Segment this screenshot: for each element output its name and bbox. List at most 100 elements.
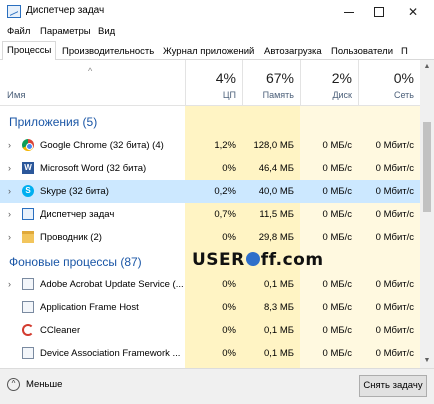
watermark-logo: USER ff.com — [192, 250, 324, 270]
tab-performance[interactable]: Производительность — [57, 43, 159, 60]
cell-network: 0 Мбит/с — [375, 163, 414, 174]
cell-memory: 8,3 МБ — [264, 302, 294, 313]
cell-network: 0 Мбит/с — [375, 186, 414, 197]
cell-cpu: 0% — [222, 325, 236, 336]
network-total: 0% — [393, 70, 414, 86]
scroll-down-icon[interactable]: ▼ — [420, 354, 434, 368]
cell-disk: 0 МБ/с — [322, 140, 352, 151]
cpu-label: ЦП — [222, 90, 236, 100]
scroll-thumb[interactable] — [423, 122, 431, 212]
disk-total: 2% — [331, 70, 352, 86]
cell-memory: 29,8 МБ — [258, 232, 294, 243]
close-icon: ✕ — [407, 5, 419, 19]
chevron-right-icon[interactable]: › — [8, 209, 11, 219]
column-header: ^ Имя 4% ЦП 67% Память 2% Диск 0% Сеть — [0, 60, 420, 106]
fewer-details-button[interactable]: ^ Меньше — [7, 378, 62, 391]
group-apps-title[interactable]: Приложения (5) — [9, 115, 97, 129]
cpu-total: 4% — [215, 70, 236, 86]
cell-cpu: 0% — [222, 348, 236, 359]
tab-bar: Процессы Производительность Журнал прило… — [0, 40, 434, 61]
cell-cpu: 0% — [222, 232, 236, 243]
menu-view[interactable]: Вид — [98, 26, 115, 37]
folder-icon — [22, 231, 34, 243]
menu-options[interactable]: Параметры — [40, 26, 91, 37]
service-icon — [22, 347, 34, 359]
tab-users[interactable]: Пользователи — [326, 43, 398, 60]
sort-up-icon: ^ — [88, 66, 93, 76]
cell-memory: 40,0 МБ — [258, 186, 294, 197]
network-label: Сеть — [393, 90, 414, 100]
word-icon: W — [22, 162, 34, 174]
cell-network: 0 Мбит/с — [375, 302, 414, 313]
process-name: Device Association Framework ... — [40, 348, 181, 359]
cell-memory: 0,1 МБ — [264, 325, 294, 336]
skype-icon: S — [22, 185, 34, 197]
title-bar: Диспетчер задач ✕ — [0, 0, 434, 24]
column-name[interactable]: Имя — [7, 90, 26, 101]
chevron-right-icon[interactable]: › — [8, 279, 11, 289]
table-row[interactable]: › Adobe Acrobat Update Service (... 0% 0… — [0, 273, 420, 296]
table-row[interactable]: › Диспетчер задач 0,7% 11,5 МБ 0 МБ/с 0 … — [0, 203, 420, 226]
fewer-details-label: Меньше — [26, 379, 63, 390]
tab-processes[interactable]: Процессы — [2, 41, 57, 61]
table-row[interactable]: › W Microsoft Word (32 бита) 0% 46,4 МБ … — [0, 157, 420, 180]
watermark-left: USER — [192, 250, 245, 270]
column-network[interactable]: 0% Сеть — [358, 60, 420, 106]
chevron-right-icon[interactable]: › — [8, 163, 11, 173]
chevron-right-icon[interactable]: › — [8, 140, 11, 150]
memory-label: Память — [262, 90, 294, 100]
cell-cpu: 0% — [222, 163, 236, 174]
cell-network: 0 Мбит/с — [375, 325, 414, 336]
table-row[interactable]: › Проводник (2) 0% 29,8 МБ 0 МБ/с 0 Мбит… — [0, 226, 420, 249]
cell-memory: 46,4 МБ — [258, 163, 294, 174]
column-cpu[interactable]: 4% ЦП — [185, 60, 242, 106]
minimize-button[interactable] — [334, 0, 364, 24]
cell-disk: 0 МБ/с — [322, 163, 352, 174]
maximize-button[interactable] — [364, 0, 394, 24]
cell-network: 0 Мбит/с — [375, 279, 414, 290]
process-name: Диспетчер задач — [40, 209, 115, 220]
table-row-selected[interactable]: › S Skype (32 бита) 0,2% 40,0 МБ 0 МБ/с … — [0, 180, 420, 203]
maximize-icon — [374, 7, 384, 17]
menu-file[interactable]: Файл — [7, 26, 30, 37]
table-row[interactable]: › Google Chrome (32 бита) (4) 1,2% 128,0… — [0, 134, 420, 157]
tab-startup[interactable]: Автозагрузка — [259, 43, 327, 60]
ccleaner-icon — [22, 324, 34, 336]
app-frame-icon — [22, 301, 34, 313]
scrollbar[interactable]: ▲ ▼ — [420, 60, 434, 368]
table-row[interactable]: CCleaner 0% 0,1 МБ 0 МБ/с 0 Мбит/с — [0, 319, 420, 342]
cell-disk: 0 МБ/с — [322, 325, 352, 336]
cell-disk: 0 МБ/с — [322, 279, 352, 290]
chevron-right-icon[interactable]: › — [8, 186, 11, 196]
watermark-right: ff.com — [260, 250, 324, 270]
watermark-dot — [245, 252, 260, 266]
cell-cpu: 0,2% — [214, 186, 236, 197]
cell-disk: 0 МБ/с — [322, 209, 352, 220]
task-manager-icon — [22, 208, 34, 220]
cell-cpu: 0% — [222, 279, 236, 290]
cell-cpu: 0% — [222, 302, 236, 313]
tab-details[interactable]: П — [396, 43, 413, 60]
table-row[interactable]: Application Frame Host 0% 8,3 МБ 0 МБ/с … — [0, 296, 420, 319]
column-disk[interactable]: 2% Диск — [300, 60, 358, 106]
group-background-title[interactable]: Фоновые процессы (87) — [9, 255, 142, 269]
cell-network: 0 Мбит/с — [375, 209, 414, 220]
chevron-up-circle-icon: ^ — [7, 378, 20, 391]
tab-app-history[interactable]: Журнал приложений — [158, 43, 259, 60]
table-row[interactable]: Device Association Framework ... 0% 0,1 … — [0, 342, 420, 365]
menu-bar: Файл Параметры Вид — [0, 24, 434, 40]
scroll-up-icon[interactable]: ▲ — [420, 60, 434, 74]
minimize-icon — [344, 11, 354, 13]
memory-total: 67% — [265, 70, 294, 86]
process-name: Microsoft Word (32 бита) — [40, 163, 147, 174]
chevron-right-icon[interactable]: › — [8, 232, 11, 242]
service-icon — [22, 278, 34, 290]
footer: ^ Меньше Снять задачу — [0, 368, 434, 404]
end-task-button[interactable]: Снять задачу — [359, 375, 427, 397]
close-button[interactable]: ✕ — [398, 0, 428, 24]
disk-label: Диск — [332, 90, 352, 100]
column-memory[interactable]: 67% Память — [242, 60, 300, 106]
cell-memory: 11,5 МБ — [259, 209, 294, 220]
cell-disk: 0 МБ/с — [322, 232, 352, 243]
cell-disk: 0 МБ/с — [322, 348, 352, 359]
